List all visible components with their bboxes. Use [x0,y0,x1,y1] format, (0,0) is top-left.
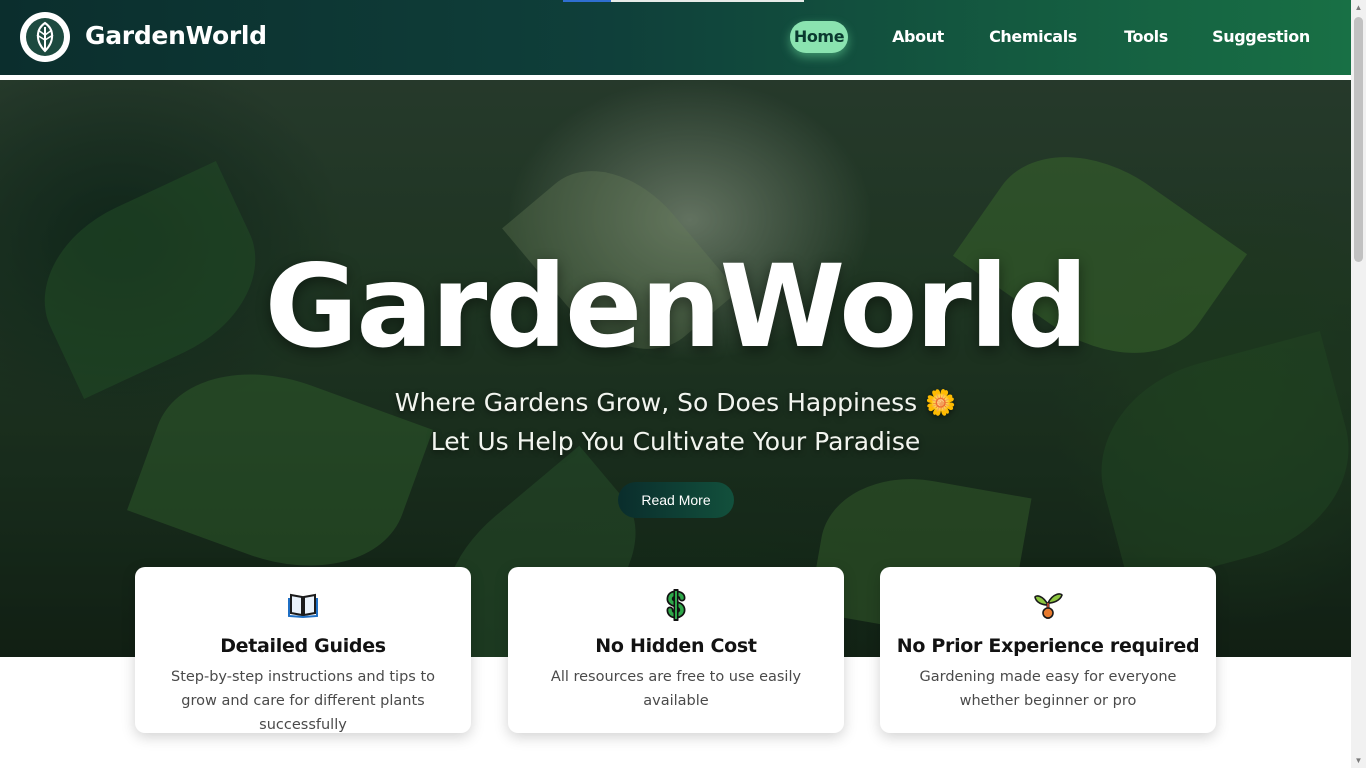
brand-name[interactable]: GardenWorld [85,21,267,50]
nav-home[interactable]: Home [790,21,848,53]
scrollbar-thumb[interactable] [1354,17,1363,262]
feature-card-experience: No Prior Experience required Gardening m… [880,567,1216,733]
header-divider [0,75,1351,80]
page-load-progress [563,0,804,2]
sprout-icon [880,589,1216,621]
feature-title: No Prior Experience required [896,635,1200,657]
site-header: GardenWorld Home About Chemicals Tools S… [0,0,1351,75]
read-more-button[interactable]: Read More [618,482,734,518]
open-book-icon [135,589,471,621]
hero-subtitle-line2: Let Us Help You Cultivate Your Paradise [430,427,921,456]
feature-title: Detailed Guides [220,635,386,657]
logo-icon[interactable] [20,12,70,62]
dollar-sign-icon [508,589,844,621]
nav-suggestion[interactable]: Suggestion [1211,21,1311,53]
hero-subtitle-line1: Where Gardens Grow, So Does Happiness 🌼 [394,388,957,417]
scroll-up-icon[interactable]: ▲ [1354,3,1363,12]
scroll-down-icon[interactable]: ▼ [1354,756,1363,765]
feature-card-guides: Detailed Guides Step-by-step instruction… [135,567,471,733]
nav-about[interactable]: About [886,21,950,53]
feature-description: All resources are free to use easily ava… [550,669,802,709]
feature-card-cost: No Hidden Cost All resources are free to… [508,567,844,733]
feature-description: Step-by-step instructions and tips to gr… [170,669,436,733]
nav-tools[interactable]: Tools [1116,21,1176,53]
nav-chemicals[interactable]: Chemicals [985,21,1081,53]
page: GardenWorld Home About Chemicals Tools S… [0,0,1351,768]
hero-title: GardenWorld [264,240,1089,373]
feature-title: No Hidden Cost [595,635,757,657]
vertical-scrollbar[interactable]: ▲ ▼ [1351,0,1366,768]
feature-description: Gardening made easy for everyone whether… [919,669,1177,709]
